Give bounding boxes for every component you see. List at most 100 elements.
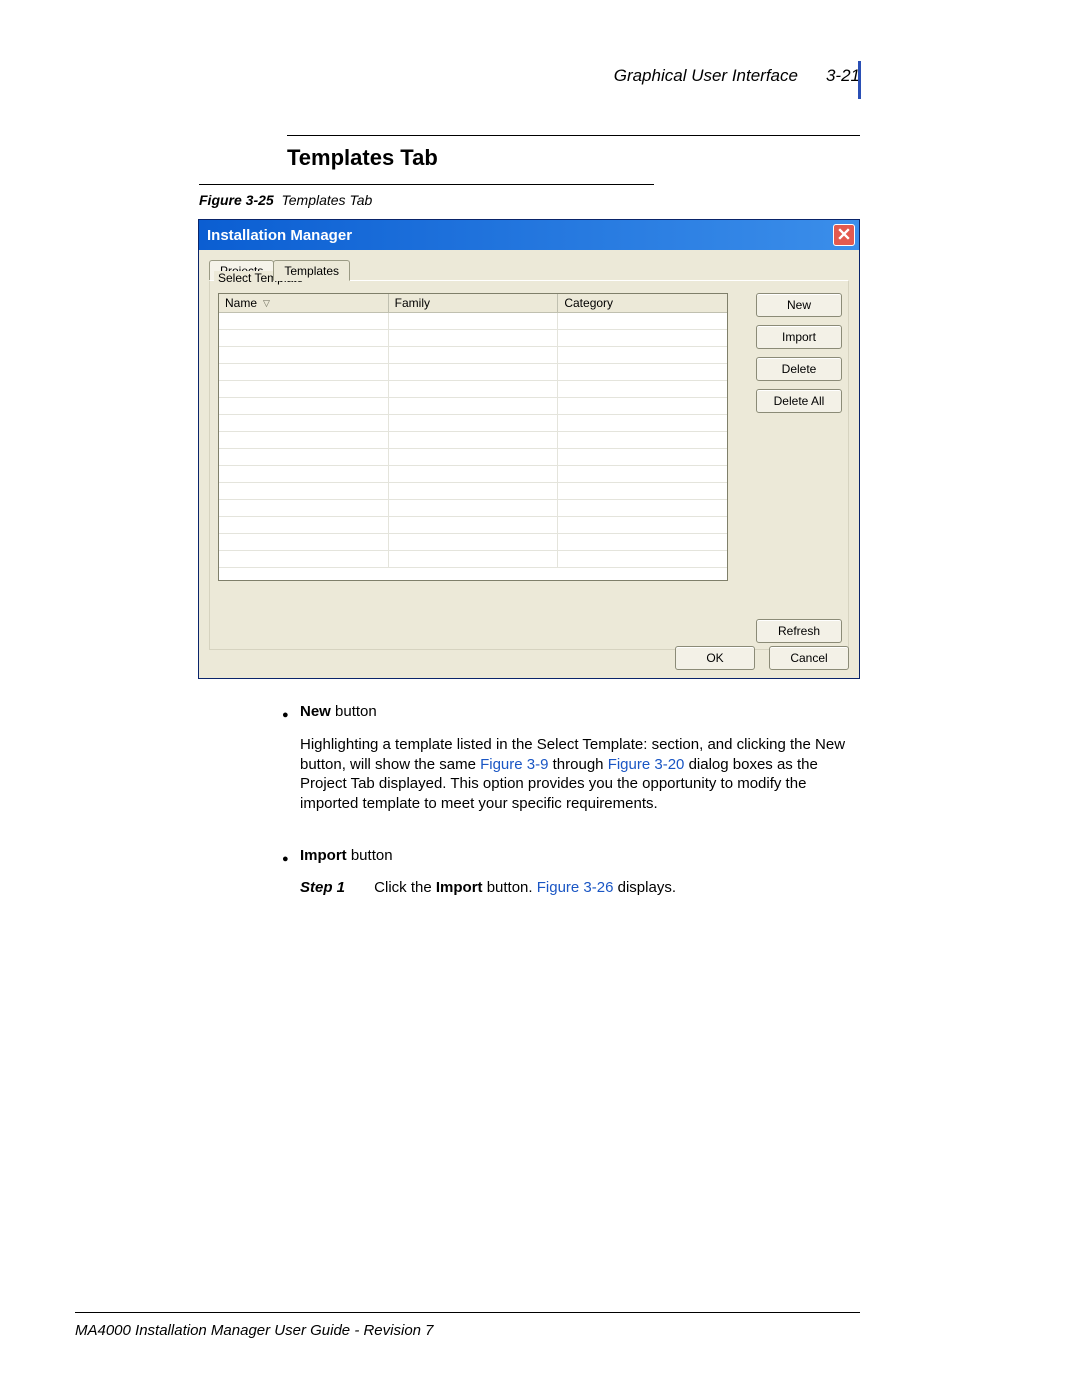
- table-cell: [219, 398, 389, 414]
- delete-all-button[interactable]: Delete All: [756, 389, 842, 413]
- list-rows: [219, 313, 727, 568]
- cancel-button[interactable]: Cancel: [769, 646, 849, 670]
- step-1-pre: Click the: [374, 879, 436, 896]
- table-cell: [219, 432, 389, 448]
- column-header-name[interactable]: Name ▽: [219, 294, 389, 312]
- table-row[interactable]: [219, 313, 727, 330]
- table-cell: [219, 534, 389, 550]
- table-cell: [219, 415, 389, 431]
- table-cell: [219, 449, 389, 465]
- figure-text: Templates Tab: [281, 192, 372, 208]
- section-rule: [287, 135, 860, 136]
- new-button[interactable]: New: [756, 293, 842, 317]
- table-cell: [219, 347, 389, 363]
- figure-label: Figure 3-25: [199, 192, 274, 208]
- column-header-family-label: Family: [395, 296, 430, 310]
- table-cell: [219, 364, 389, 380]
- table-cell: [389, 500, 559, 516]
- tabstrip: Projects Templates: [209, 258, 849, 280]
- table-row[interactable]: [219, 398, 727, 415]
- bullet-import-heading: Import button: [300, 846, 860, 866]
- table-cell: [389, 483, 559, 499]
- step-1-mid: button.: [483, 879, 537, 896]
- table-row[interactable]: [219, 551, 727, 568]
- table-cell: [558, 398, 727, 414]
- bullet-icon: [282, 848, 289, 868]
- table-row[interactable]: [219, 500, 727, 517]
- table-cell: [558, 347, 727, 363]
- table-cell: [389, 364, 559, 380]
- table-row[interactable]: [219, 449, 727, 466]
- column-header-family[interactable]: Family: [389, 294, 559, 312]
- bullet-import-label: Import: [300, 847, 347, 864]
- step-1-line: Step 1 Click the Import button. Figure 3…: [300, 878, 860, 898]
- table-row[interactable]: [219, 381, 727, 398]
- table-row[interactable]: [219, 517, 727, 534]
- table-cell: [558, 483, 727, 499]
- table-cell: [389, 551, 559, 567]
- table-cell: [389, 432, 559, 448]
- table-row[interactable]: [219, 534, 727, 551]
- side-button-stack: New Import Delete Delete All: [756, 293, 842, 413]
- footer-rule: [75, 1312, 860, 1313]
- link-figure-3-9[interactable]: Figure 3-9: [480, 756, 548, 773]
- dialog-title: Installation Manager: [207, 227, 352, 244]
- table-cell: [389, 347, 559, 363]
- table-cell: [219, 500, 389, 516]
- figure-rule: [199, 184, 654, 185]
- column-header-name-label: Name: [225, 296, 257, 310]
- table-cell: [389, 466, 559, 482]
- table-cell: [558, 381, 727, 397]
- table-cell: [558, 466, 727, 482]
- step-1-bold: Import: [436, 879, 483, 896]
- installation-manager-dialog: Installation Manager Projects Templates …: [198, 219, 860, 679]
- link-figure-3-20[interactable]: Figure 3-20: [608, 756, 685, 773]
- section-title: Templates Tab: [287, 145, 438, 171]
- bullet-icon: [282, 704, 289, 724]
- table-row[interactable]: [219, 415, 727, 432]
- table-cell: [389, 517, 559, 533]
- close-button[interactable]: [833, 224, 855, 246]
- delete-button[interactable]: Delete: [756, 357, 842, 381]
- table-cell: [219, 551, 389, 567]
- table-cell: [558, 432, 727, 448]
- select-template-group: Select Template Name ▽ Family Category: [209, 280, 849, 650]
- header-section: Graphical User Interface: [614, 66, 798, 86]
- import-button[interactable]: Import: [756, 325, 842, 349]
- table-cell: [389, 381, 559, 397]
- table-cell: [219, 517, 389, 533]
- table-cell: [219, 483, 389, 499]
- table-cell: [389, 313, 559, 329]
- table-cell: [389, 330, 559, 346]
- header-page-number: 3-21: [826, 66, 860, 86]
- bullet-new-label: New: [300, 703, 331, 720]
- table-cell: [219, 330, 389, 346]
- ok-button[interactable]: OK: [675, 646, 755, 670]
- tab-templates[interactable]: Templates: [273, 260, 350, 281]
- table-cell: [219, 381, 389, 397]
- bullet-import-suffix: button: [347, 847, 393, 864]
- column-header-category-label: Category: [564, 296, 613, 310]
- column-header-category[interactable]: Category: [558, 294, 727, 312]
- table-row[interactable]: [219, 466, 727, 483]
- table-cell: [558, 534, 727, 550]
- refresh-button[interactable]: Refresh: [756, 619, 842, 643]
- table-row[interactable]: [219, 483, 727, 500]
- template-list[interactable]: Name ▽ Family Category: [218, 293, 728, 581]
- bullet-new-body: Highlighting a template listed in the Se…: [300, 735, 860, 813]
- link-figure-3-26[interactable]: Figure 3-26: [537, 879, 614, 896]
- table-cell: [558, 364, 727, 380]
- table-row[interactable]: [219, 347, 727, 364]
- step-1-label: Step 1: [300, 879, 345, 896]
- table-row[interactable]: [219, 330, 727, 347]
- figure-caption: Figure 3-25 Templates Tab: [199, 192, 372, 208]
- table-cell: [219, 313, 389, 329]
- footer-text: MA4000 Installation Manager User Guide -…: [75, 1322, 434, 1339]
- sort-desc-icon: ▽: [263, 298, 270, 309]
- header-accent-bar: [858, 61, 861, 99]
- table-cell: [389, 449, 559, 465]
- table-row[interactable]: [219, 364, 727, 381]
- bullet-new-suffix: button: [331, 703, 377, 720]
- table-row[interactable]: [219, 432, 727, 449]
- new-body-mid: through: [548, 756, 607, 773]
